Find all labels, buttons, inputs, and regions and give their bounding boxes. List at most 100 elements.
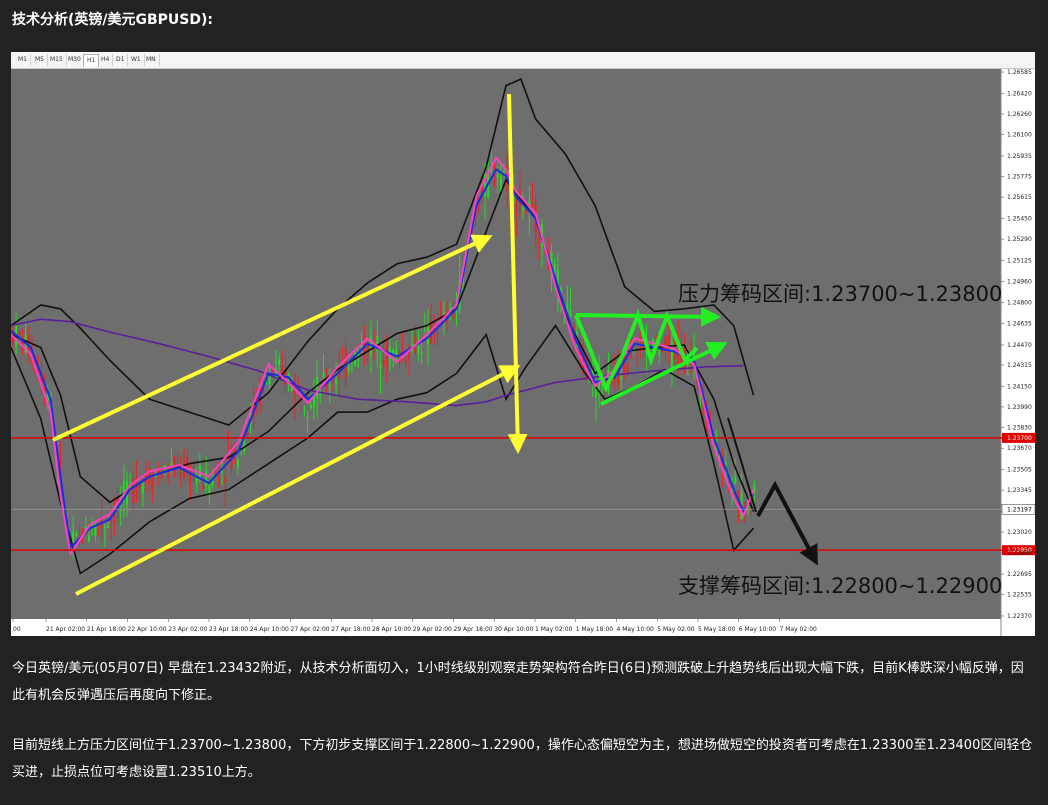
candle-body xyxy=(335,379,338,385)
price-tick-label: 1.25290 xyxy=(1007,236,1032,243)
candle-body xyxy=(569,310,572,317)
candle-body xyxy=(331,380,334,382)
candle-body xyxy=(293,380,296,395)
candle-body xyxy=(639,337,642,339)
candle-body xyxy=(328,384,331,387)
time-tick-label: 4 May 10:00 xyxy=(617,626,655,633)
price-tick-label: 1.25935 xyxy=(1007,153,1032,160)
candle-body xyxy=(347,365,350,371)
price-tick-label: 1.22370 xyxy=(1007,613,1032,620)
price-tick-label: 1.24800 xyxy=(1007,299,1032,306)
price-tick-label: 1.26100 xyxy=(1007,132,1032,139)
time-tick-label: 21 Apr 18:00 xyxy=(87,626,126,633)
time-tick-label: 5 May 18:00 xyxy=(698,626,736,633)
candle-body xyxy=(322,372,325,378)
candle-body xyxy=(642,342,645,352)
candle-body xyxy=(236,459,239,468)
time-tick-label: 22 Apr 10:00 xyxy=(128,626,167,633)
price-tick-label: 1.23505 xyxy=(1007,467,1032,474)
candle-body xyxy=(664,336,667,351)
price-tick-label: 1.23830 xyxy=(1007,425,1032,432)
candle-body xyxy=(141,484,144,494)
time-tick-label: 29 Apr 18:00 xyxy=(454,626,493,633)
candle-body xyxy=(620,375,623,380)
candle-body xyxy=(626,363,629,373)
time-tick-label: 27 Apr 02:00 xyxy=(291,626,330,633)
page-heading: 技术分析(英镑/美元GBPUSD): xyxy=(12,12,214,28)
candle-body xyxy=(537,241,540,244)
time-tick-label: 27 Apr 18:00 xyxy=(331,626,370,633)
candle-body xyxy=(78,534,81,536)
time-tick-label: 24 Apr 10:00 xyxy=(250,626,289,633)
price-tick-label: 1.26420 xyxy=(1007,90,1032,97)
chart-panel: M1 M5 M15 M30 H1 H4 D1 W1 MN 1.23700 1.22850 xyxy=(11,52,1035,636)
candle-body xyxy=(195,478,198,484)
price-tick-label: 1.24315 xyxy=(1007,362,1032,369)
candle-body xyxy=(499,175,502,191)
candle-body xyxy=(496,174,499,178)
candle-body xyxy=(350,365,353,367)
candle-body xyxy=(297,383,300,386)
candle-body xyxy=(88,535,91,542)
support-zone-label: 支撑筹码区间:1.22800~1.22900 xyxy=(678,574,1002,598)
price-tick-label: 1.25450 xyxy=(1007,215,1032,222)
candle-body xyxy=(734,477,737,484)
candle-body xyxy=(224,477,227,483)
candle-body xyxy=(107,525,110,528)
candle-body xyxy=(667,334,670,347)
candle-body xyxy=(515,199,518,213)
candle-body xyxy=(91,532,94,534)
candle-body xyxy=(379,364,382,368)
candle-body xyxy=(103,525,106,529)
candle-body xyxy=(382,359,385,368)
current-price-label: 1.23197 xyxy=(1007,506,1032,513)
candle-body xyxy=(217,473,220,486)
time-tick-label: 5 May 02:00 xyxy=(657,626,695,633)
candle-body xyxy=(59,460,62,464)
candle-body xyxy=(436,335,439,337)
candle-body xyxy=(404,359,407,361)
time-tick-label: 23 Apr 02:00 xyxy=(168,626,207,633)
time-tick-label: 29 Apr 02:00 xyxy=(413,626,452,633)
price-tick-label: 1.25125 xyxy=(1007,257,1032,264)
pattern-top-line xyxy=(575,306,721,327)
price-tick-label: 1.25775 xyxy=(1007,174,1032,181)
candle-body xyxy=(420,353,423,355)
price-tick-label: 1.23020 xyxy=(1007,529,1032,536)
time-tick-label: 23 Apr 18:00 xyxy=(209,626,248,633)
candle-body xyxy=(306,416,309,418)
time-tick-label: 1 May 18:00 xyxy=(576,626,614,633)
time-tick-label: 30 Apr 10:00 xyxy=(494,626,533,633)
candle-body xyxy=(167,474,170,477)
candle-body xyxy=(75,534,78,537)
price-tick-label: 1.24960 xyxy=(1007,279,1032,286)
price-tick-label: 1.23670 xyxy=(1007,445,1032,452)
candle-body xyxy=(531,201,534,205)
candle-body xyxy=(278,359,281,365)
candle-body xyxy=(18,331,21,335)
candle-body xyxy=(303,409,306,411)
price-tick-label: 1.26260 xyxy=(1007,111,1032,118)
price-tick-label: 1.23990 xyxy=(1007,404,1032,411)
price-tick-label: 1.26585 xyxy=(1007,69,1032,76)
time-tick-label: 6 May 10:00 xyxy=(739,626,777,633)
candle-body xyxy=(160,474,163,479)
price-chart: 1.237001.22850 1.265851.264201.262601.26… xyxy=(11,69,1035,636)
candle-body xyxy=(202,485,205,489)
price-tick-label: 1.24635 xyxy=(1007,321,1032,328)
candle-body xyxy=(281,366,284,372)
candle-body xyxy=(309,404,312,409)
time-tick-label: 1 May 02:00 xyxy=(535,626,573,633)
candle-body xyxy=(392,350,395,354)
time-tick-label: 21 Apr 02:00 xyxy=(46,626,85,633)
candle-body xyxy=(113,514,116,524)
price-tick-label: 1.25615 xyxy=(1007,194,1032,201)
price-tick-label: 1.24470 xyxy=(1007,342,1032,349)
candle-body xyxy=(743,520,746,522)
price-tick-label: 1.23345 xyxy=(1007,487,1032,494)
resistance-zone-label: 压力筹码区间:1.23700~1.23800 xyxy=(678,282,1002,306)
price-tick-label: 1.24150 xyxy=(1007,383,1032,390)
time-tick-label: 7 May 02:00 xyxy=(780,626,818,633)
price-tick-label: 1.22860 xyxy=(1007,550,1032,557)
candle-body xyxy=(179,472,182,477)
